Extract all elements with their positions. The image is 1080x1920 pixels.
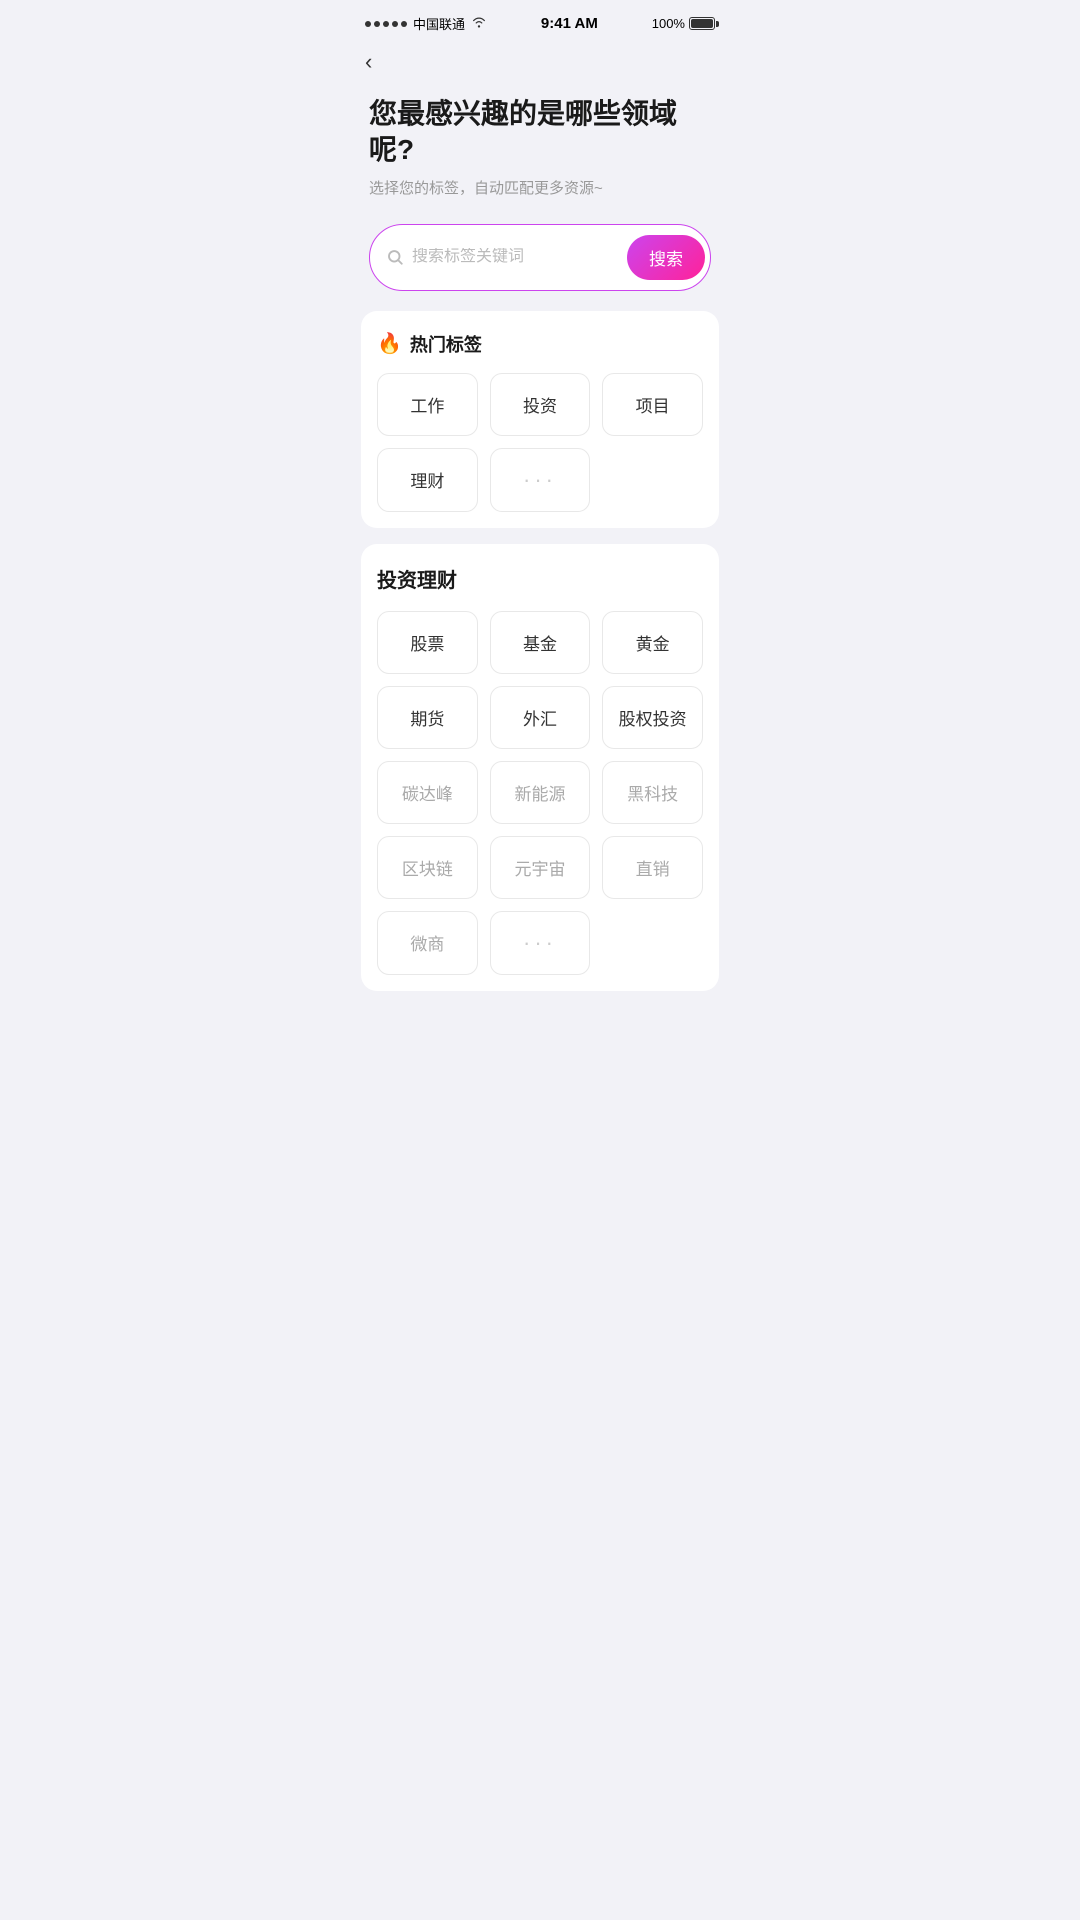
hot-tags-title: 🔥 热门标签 [377,331,703,357]
battery-percent: 100% [652,16,685,31]
search-input[interactable] [412,248,619,266]
investment-tag-item[interactable]: 直销 [602,836,703,899]
status-right: 100% [652,16,715,31]
investment-tag-item[interactable]: 黑科技 [602,761,703,824]
hot-tag-item[interactable]: 项目 [602,373,703,436]
hot-tag-item[interactable]: 理财 [377,448,478,512]
investment-tag-item[interactable]: 碳达峰 [377,761,478,824]
hot-tag-item[interactable]: ··· [490,448,591,512]
back-button[interactable]: ‹ [365,51,372,73]
search-button[interactable]: 搜索 [627,235,705,280]
page-title: 您最感兴趣的是哪些领域呢? [369,96,711,169]
status-left: 中国联通 [365,14,487,33]
investment-tag-item[interactable]: 区块链 [377,836,478,899]
signal-dots [365,21,407,27]
nav-bar: ‹ [345,41,735,80]
hot-tags-card: 🔥 热门标签 工作投资项目理财··· [361,311,719,528]
carrier-label: 中国联通 [413,14,465,33]
time-label: 9:41 AM [541,15,598,32]
search-icon [386,248,404,266]
investment-tag-item[interactable]: 基金 [490,611,591,674]
status-bar: 中国联通 9:41 AM 100% [345,0,735,41]
investment-tag-item[interactable]: 微商 [377,911,478,975]
battery-icon [689,17,715,30]
investment-tag-item[interactable]: 黄金 [602,611,703,674]
investment-tag-item[interactable]: 期货 [377,686,478,749]
page-subtitle: 选择您的标签，自动匹配更多资源~ [369,177,711,198]
fire-icon: 🔥 [377,331,402,356]
investment-tag-item[interactable]: ··· [490,911,591,975]
investment-tag-item[interactable]: 新能源 [490,761,591,824]
investment-tags-grid: 股票基金黄金期货外汇股权投资碳达峰新能源黑科技区块链元宇宙直销微商··· [377,611,703,975]
investment-tag-item[interactable]: 股票 [377,611,478,674]
page-header: 您最感兴趣的是哪些领域呢? 选择您的标签，自动匹配更多资源~ [345,80,735,208]
hot-tags-grid: 工作投资项目理财··· [377,373,703,512]
investment-tag-item[interactable]: 股权投资 [602,686,703,749]
investment-card: 投资理财 股票基金黄金期货外汇股权投资碳达峰新能源黑科技区块链元宇宙直销微商··… [361,544,719,991]
search-wrapper: 搜索 [345,208,735,311]
investment-title: 投资理财 [377,564,703,593]
wifi-icon [471,16,487,31]
investment-tag-item[interactable]: 外汇 [490,686,591,749]
investment-tag-item[interactable]: 元宇宙 [490,836,591,899]
search-bar: 搜索 [369,224,711,291]
hot-tag-item[interactable]: 投资 [490,373,591,436]
hot-tag-item[interactable]: 工作 [377,373,478,436]
